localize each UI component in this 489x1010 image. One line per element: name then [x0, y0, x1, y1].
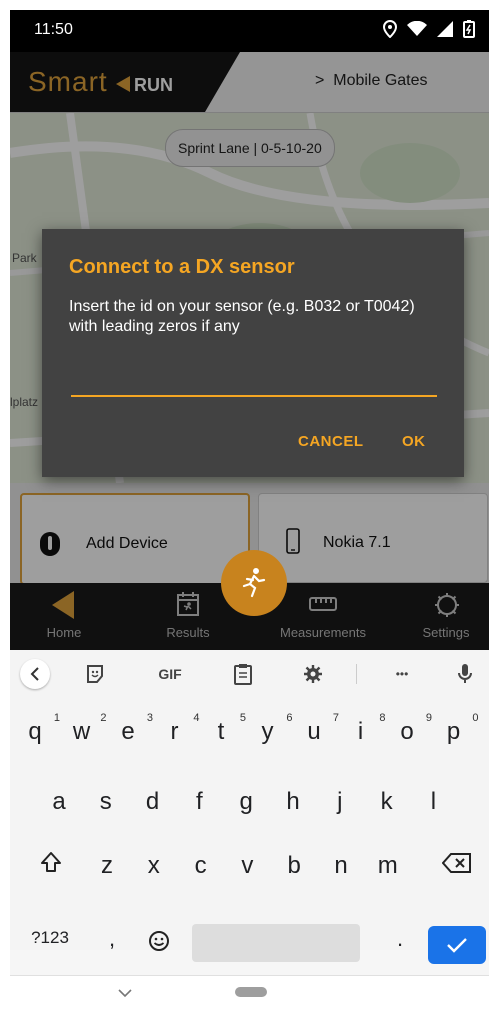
toolbar-divider — [356, 664, 357, 684]
key-t[interactable]: t5 — [206, 712, 246, 746]
status-bar: 11:50 — [10, 10, 489, 52]
backspace-key[interactable] — [440, 852, 474, 881]
microphone-icon — [458, 664, 472, 683]
keyboard-back-button[interactable] — [20, 659, 50, 689]
key-number-hint: 4 — [193, 712, 200, 724]
runner-icon — [242, 568, 266, 598]
key-z[interactable]: z — [92, 852, 122, 880]
ok-button[interactable]: OK — [402, 433, 426, 450]
system-navigation-bar — [10, 975, 489, 1010]
key-d[interactable]: d — [138, 788, 168, 816]
key-p[interactable]: p0 — [439, 712, 479, 746]
key-m[interactable]: m — [373, 852, 403, 880]
key-h[interactable]: h — [278, 788, 308, 816]
dialog-title: Connect to a DX sensor — [69, 256, 295, 278]
status-time: 11:50 — [34, 21, 73, 38]
key-label: y — [261, 718, 274, 745]
clipboard-button[interactable] — [228, 660, 258, 688]
keyboard-toolbar: GIF ••• — [10, 650, 489, 698]
sticker-button[interactable] — [80, 660, 110, 688]
key-label: p — [446, 718, 461, 745]
key-g[interactable]: g — [231, 788, 261, 816]
shift-key[interactable] — [36, 850, 66, 881]
key-label: t — [217, 718, 225, 745]
emoji-key[interactable] — [144, 930, 174, 959]
key-x[interactable]: x — [139, 852, 169, 880]
more-button[interactable]: ••• — [382, 660, 422, 688]
wifi-icon — [407, 21, 427, 36]
key-number-hint: 7 — [332, 712, 339, 724]
key-number-hint: 6 — [286, 712, 293, 724]
key-a[interactable]: a — [44, 788, 74, 816]
sensor-id-input[interactable] — [71, 365, 437, 397]
emoji-icon — [149, 931, 169, 951]
keyboard-hide-icon[interactable] — [118, 988, 132, 998]
clipboard-icon — [234, 664, 252, 685]
backspace-icon — [441, 853, 471, 873]
key-o[interactable]: o9 — [392, 712, 432, 746]
key-number-hint: 3 — [146, 712, 153, 724]
key-label: o — [400, 718, 414, 745]
comma-key[interactable]: , — [100, 926, 124, 952]
dialog-message: Insert the id on your sensor (e.g. B032 … — [69, 298, 415, 335]
space-bar[interactable] — [192, 924, 360, 962]
key-u[interactable]: u7 — [299, 712, 339, 746]
keyboard-settings-button[interactable] — [298, 660, 328, 688]
key-label: i — [357, 718, 364, 745]
key-label: w — [72, 718, 91, 745]
key-w[interactable]: w2 — [67, 712, 107, 746]
home-pill[interactable] — [235, 987, 267, 997]
symbols-key[interactable]: ?123 — [24, 928, 76, 948]
location-icon — [383, 20, 397, 38]
connect-sensor-dialog: Connect to a DX sensor Insert the id on … — [42, 229, 464, 477]
start-run-button[interactable] — [221, 550, 287, 616]
key-r[interactable]: r4 — [160, 712, 200, 746]
key-label: r — [170, 718, 179, 745]
key-number-hint: 9 — [425, 712, 432, 724]
voice-input-button[interactable] — [452, 660, 478, 688]
key-v[interactable]: v — [232, 852, 262, 880]
key-f[interactable]: f — [184, 788, 214, 816]
key-number-hint: 8 — [379, 712, 386, 724]
key-number-hint: 1 — [53, 712, 60, 724]
key-b[interactable]: b — [279, 852, 309, 880]
key-j[interactable]: j — [325, 788, 355, 816]
key-e[interactable]: e3 — [113, 712, 153, 746]
checkmark-icon — [447, 938, 467, 953]
key-label: e — [121, 718, 135, 745]
cancel-button[interactable]: CANCEL — [298, 433, 364, 450]
enter-key[interactable] — [428, 926, 486, 964]
key-label: q — [28, 718, 42, 745]
key-n[interactable]: n — [326, 852, 356, 880]
key-number-hint: 0 — [472, 712, 479, 724]
phone-screen: 11:50 Smart RUN > Mobile Gates Park lpla… — [10, 10, 489, 1010]
key-number-hint: 5 — [239, 712, 246, 724]
period-key[interactable]: . — [388, 926, 412, 952]
signal-icon — [437, 21, 453, 37]
key-s[interactable]: s — [91, 788, 121, 816]
key-i[interactable]: i8 — [346, 712, 386, 746]
key-c[interactable]: c — [186, 852, 216, 880]
soft-keyboard: GIF ••• q1w2e3r4t5y6u7i8o9p0 asdfghjkl z… — [10, 650, 489, 964]
key-k[interactable]: k — [372, 788, 402, 816]
shift-icon — [41, 852, 61, 872]
key-label: u — [307, 718, 321, 745]
key-y[interactable]: y6 — [253, 712, 293, 746]
battery-icon — [463, 20, 475, 38]
sticker-icon — [87, 665, 103, 683]
chevron-left-icon — [30, 667, 39, 681]
key-q[interactable]: q1 — [20, 712, 60, 746]
key-number-hint: 2 — [100, 712, 107, 724]
key-l[interactable]: l — [418, 788, 448, 816]
status-icons — [383, 20, 475, 38]
gear-icon — [304, 665, 322, 683]
gif-button[interactable]: GIF — [150, 660, 190, 688]
